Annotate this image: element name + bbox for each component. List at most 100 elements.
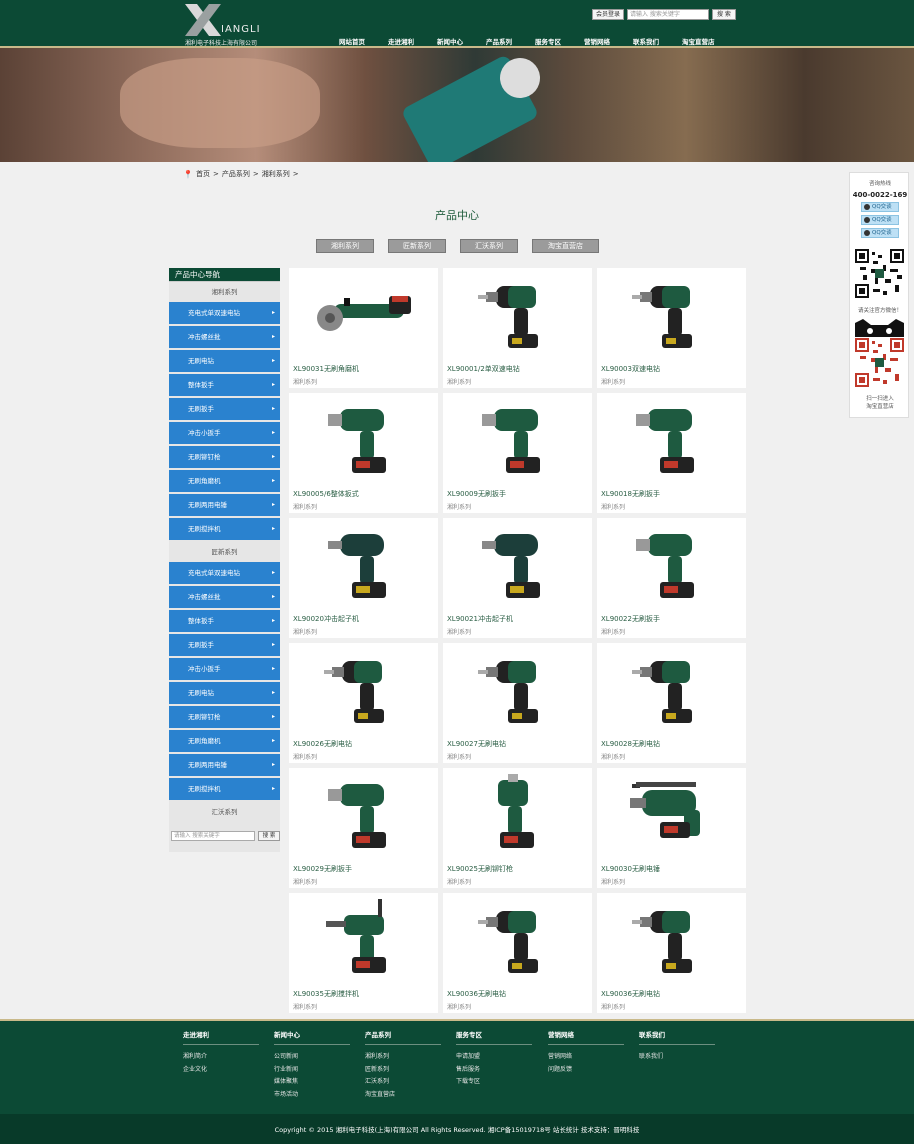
sidebar-search-input[interactable]: 请输入 搜索关键字 (171, 831, 255, 841)
product-card[interactable]: XL90035无刷搅拌机 湘利系列 (289, 893, 438, 1013)
product-card[interactable]: XL90001/2单双速电钻 湘利系列 (443, 268, 592, 388)
footer-link[interactable]: 问题反馈 (548, 1064, 624, 1077)
sidebar-item[interactable]: 冲击小扳手 ▸ (169, 658, 280, 680)
product-name[interactable]: XL90026无刷电钻 (293, 739, 352, 749)
product-name[interactable]: XL90021冲击起子机 (447, 614, 513, 624)
footer-link[interactable]: 湘利简介 (183, 1051, 259, 1064)
footer-link[interactable]: 淘宝直营店 (365, 1089, 441, 1102)
product-card[interactable]: XL90009无刷扳手 湘利系列 (443, 393, 592, 513)
sidebar-item[interactable]: 冲击螺丝批 ▸ (169, 326, 280, 348)
product-name[interactable]: XL90028无刷电钻 (601, 739, 660, 749)
product-card[interactable]: XL90025无刷铆钉枪 湘利系列 (443, 768, 592, 888)
product-image[interactable] (314, 524, 413, 606)
sidebar-item[interactable]: 无刷铆钉枪 ▸ (169, 706, 280, 728)
footer-link[interactable]: 联系我们 (639, 1051, 715, 1064)
product-card[interactable]: XL90026无刷电钻 湘利系列 (289, 643, 438, 763)
product-card[interactable]: XL90005/6整体扳式 湘利系列 (289, 393, 438, 513)
product-image[interactable] (468, 649, 567, 731)
nav-marketing[interactable]: 营销网络 (584, 36, 610, 46)
sidebar-item[interactable]: 无刷铆钉枪 ▸ (169, 446, 280, 468)
header-search-button[interactable]: 搜 索 (712, 9, 736, 20)
footer-link[interactable]: 下载专区 (456, 1076, 532, 1089)
product-name[interactable]: XL90005/6整体扳式 (293, 489, 359, 499)
footer-link[interactable]: 市场活动 (274, 1089, 350, 1102)
sidebar-item[interactable]: 充电式单双速电钻 ▸ (169, 562, 280, 584)
footer-link[interactable]: 企业文化 (183, 1064, 259, 1077)
product-card[interactable]: XL90029无刷扳手 湘利系列 (289, 768, 438, 888)
product-card[interactable]: XL90027无刷电钻 湘利系列 (443, 643, 592, 763)
product-card[interactable]: XL90003双速电钻 湘利系列 (597, 268, 746, 388)
tab-xiangli-series[interactable]: 湘利系列 (316, 239, 374, 253)
sidebar-item[interactable]: 无刷扳手 ▸ (169, 634, 280, 656)
sidebar-item[interactable]: 整体扳手 ▸ (169, 610, 280, 632)
product-name[interactable]: XL90030无刷电锤 (601, 864, 660, 874)
footer-column-title[interactable]: 走进湘利 (183, 1029, 259, 1045)
qq-chat-button[interactable]: QQ交谈 (861, 228, 899, 238)
product-card[interactable]: XL90030无刷电锤 湘利系列 (597, 768, 746, 888)
sidebar-group-title[interactable]: 汇沃系列 (169, 802, 280, 822)
nav-products[interactable]: 产品系列 (486, 36, 512, 46)
sidebar-item[interactable]: 无刷两用电锤 ▸ (169, 754, 280, 776)
sidebar-item[interactable]: 冲击小扳手 ▸ (169, 422, 280, 444)
product-card[interactable]: XL90021冲击起子机 湘利系列 (443, 518, 592, 638)
footer-link[interactable]: 湘利系列 (365, 1051, 441, 1064)
product-image[interactable] (468, 774, 567, 856)
product-card[interactable]: XL90028无刷电钻 湘利系列 (597, 643, 746, 763)
member-login-button[interactable]: 会员登录 (592, 9, 625, 20)
sidebar-item[interactable]: 无刷两用电锤 ▸ (169, 494, 280, 516)
product-name[interactable]: XL90020冲击起子机 (293, 614, 359, 624)
tab-taobao-store[interactable]: 淘宝直营店 (532, 239, 599, 253)
product-name[interactable]: XL90031无刷角磨机 (293, 364, 359, 374)
footer-link[interactable]: 媒体聚焦 (274, 1076, 350, 1089)
nav-home[interactable]: 网站首页 (339, 36, 365, 46)
nav-taobao[interactable]: 淘宝直营店 (682, 36, 715, 46)
sidebar-item[interactable]: 无刷电钻 ▸ (169, 682, 280, 704)
footer-link[interactable]: 售后服务 (456, 1064, 532, 1077)
product-name[interactable]: XL90003双速电钻 (601, 364, 660, 374)
header-search-input[interactable]: 请输入 搜索关键字 (627, 9, 710, 20)
nav-service[interactable]: 服务专区 (535, 36, 561, 46)
product-image[interactable] (468, 524, 567, 606)
product-name[interactable]: XL90018无刷扳手 (601, 489, 660, 499)
footer-column-title[interactable]: 新闻中心 (274, 1029, 350, 1045)
nav-news[interactable]: 新闻中心 (437, 36, 463, 46)
product-image[interactable] (314, 774, 413, 856)
sidebar-item[interactable]: 整体扳手 ▸ (169, 374, 280, 396)
footer-link[interactable]: 营销网络 (548, 1051, 624, 1064)
product-card[interactable]: XL90036无刷电钻 湘利系列 (443, 893, 592, 1013)
product-card[interactable]: XL90031无刷角磨机 湘利系列 (289, 268, 438, 388)
product-image[interactable] (314, 649, 413, 731)
product-card[interactable]: XL90018无刷扳手 湘利系列 (597, 393, 746, 513)
sidebar-item[interactable]: 无刷角磨机 ▸ (169, 470, 280, 492)
product-image[interactable] (468, 274, 567, 356)
nav-about[interactable]: 走进湘利 (388, 36, 414, 46)
product-card[interactable]: XL90022无刷扳手 湘利系列 (597, 518, 746, 638)
sidebar-search-button[interactable]: 搜 索 (258, 831, 280, 841)
qq-chat-button[interactable]: QQ交谈 (861, 202, 899, 212)
footer-link[interactable]: 公司新闻 (274, 1051, 350, 1064)
product-name[interactable]: XL90027无刷电钻 (447, 739, 506, 749)
sidebar-group-title[interactable]: 匠新系列 (169, 542, 280, 562)
product-image[interactable] (314, 274, 413, 356)
sidebar-group-title[interactable]: 湘利系列 (169, 282, 280, 302)
footer-link[interactable]: 申请加盟 (456, 1051, 532, 1064)
product-card[interactable]: XL90036无刷电钻 湘利系列 (597, 893, 746, 1013)
product-name[interactable]: XL90022无刷扳手 (601, 614, 660, 624)
product-name[interactable]: XL90036无刷电钻 (601, 989, 660, 999)
product-name[interactable]: XL90001/2单双速电钻 (447, 364, 520, 374)
breadcrumb-products[interactable]: 产品系列 (222, 169, 250, 179)
tab-jiangxin-series[interactable]: 匠新系列 (388, 239, 446, 253)
footer-link[interactable]: 匠新系列 (365, 1064, 441, 1077)
product-image[interactable] (314, 899, 413, 981)
product-image[interactable] (622, 649, 721, 731)
tab-huiwo-series[interactable]: 汇沃系列 (460, 239, 518, 253)
product-card[interactable]: XL90020冲击起子机 湘利系列 (289, 518, 438, 638)
sidebar-item[interactable]: 充电式单双速电钻 ▸ (169, 302, 280, 324)
qq-chat-button[interactable]: QQ交谈 (861, 215, 899, 225)
product-image[interactable] (468, 899, 567, 981)
breadcrumb-home[interactable]: 首页 (196, 169, 210, 179)
footer-column-title[interactable]: 联系我们 (639, 1029, 715, 1045)
sidebar-item[interactable]: 无刷搅拌机 ▸ (169, 518, 280, 540)
product-name[interactable]: XL90035无刷搅拌机 (293, 989, 359, 999)
product-name[interactable]: XL90009无刷扳手 (447, 489, 506, 499)
